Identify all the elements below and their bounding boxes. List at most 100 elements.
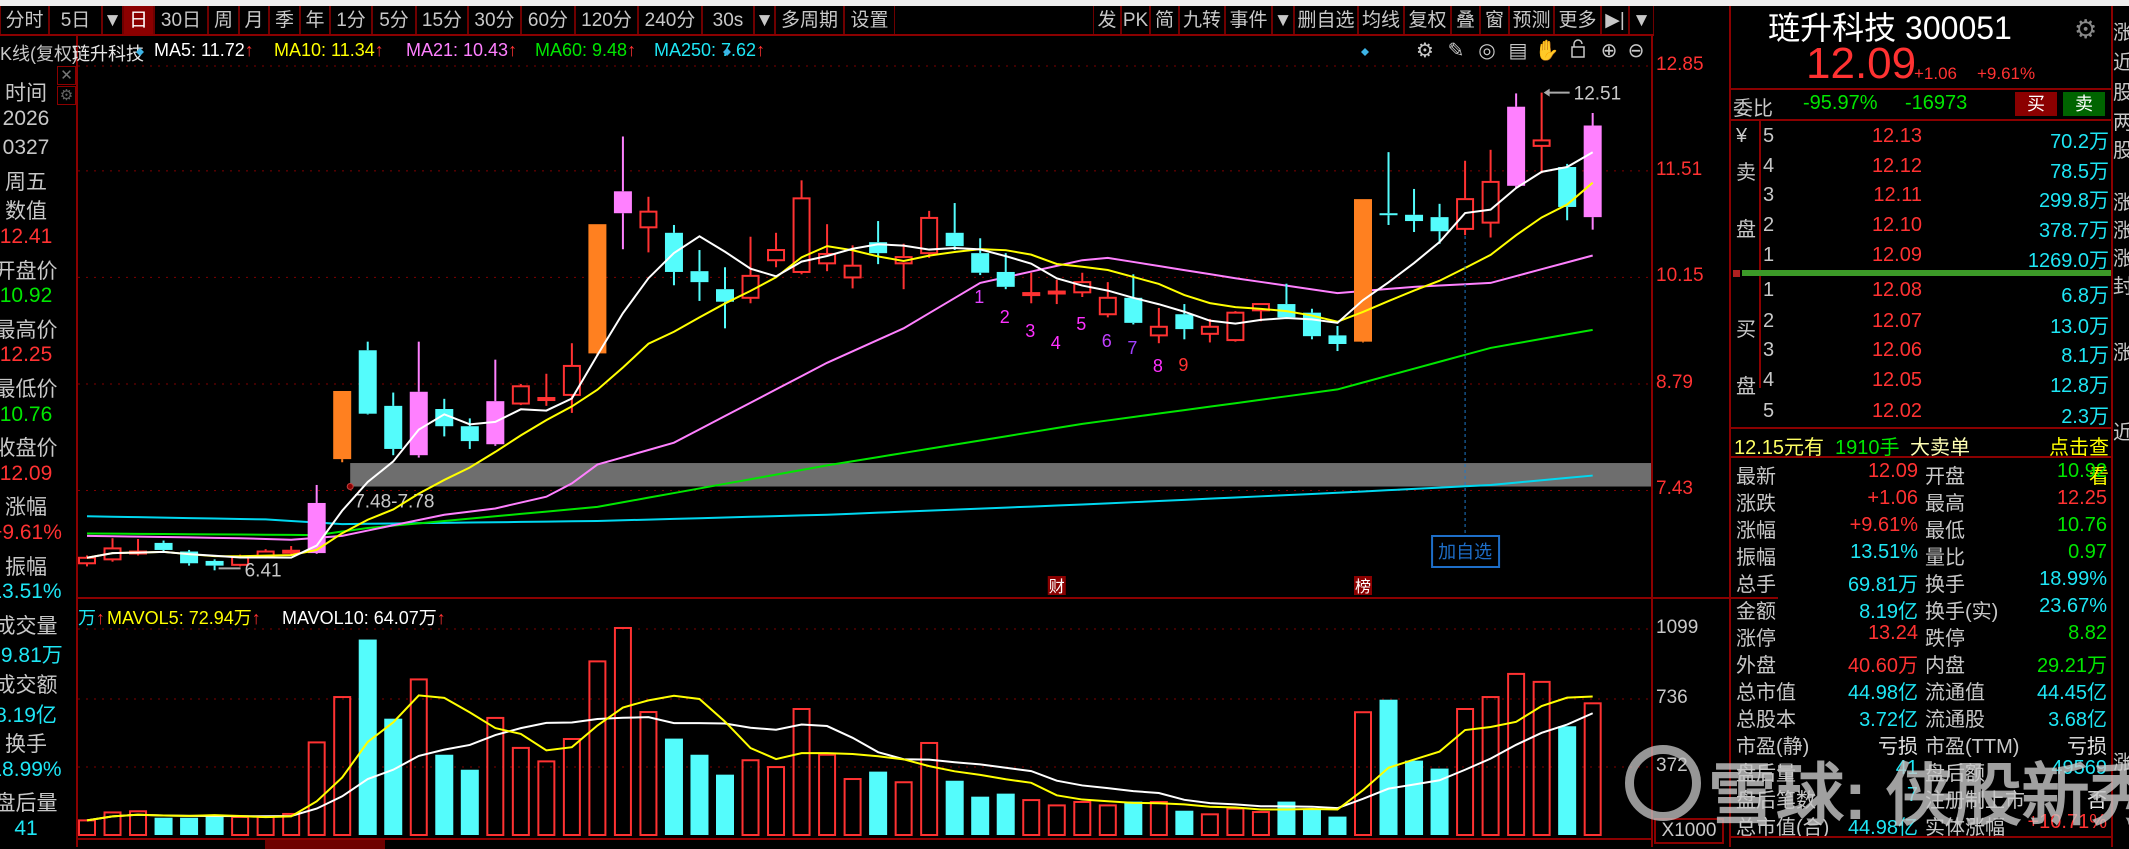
bottom-tab-active[interactable] — [265, 840, 385, 849]
volume-bar — [1047, 804, 1066, 837]
level: 1 — [1763, 279, 1775, 301]
volume-bar — [1405, 760, 1424, 835]
volume-bar — [180, 817, 199, 835]
sequence-count-label: 4 — [1051, 333, 1061, 353]
weibi-pct: -95.97% — [1803, 92, 1878, 114]
volume-bar — [460, 769, 479, 835]
gear-icon[interactable]: ⚙ — [2074, 14, 2097, 45]
volume-bar — [818, 753, 837, 837]
volume-bar — [869, 771, 888, 835]
volume-bar — [1328, 816, 1347, 835]
stat-label: 外盘 — [1736, 655, 1776, 677]
orderbook-divider — [1759, 121, 1761, 388]
sell-button[interactable]: 卖 — [2063, 92, 2105, 116]
candle-body — [409, 391, 428, 456]
side-strip-item: 涨 — [2113, 22, 2129, 44]
candle-body — [1124, 297, 1143, 323]
candle-body — [1558, 167, 1577, 207]
ask-side-label: 盘 — [1736, 219, 1756, 241]
volume-bar — [537, 760, 556, 837]
price: 12.09 — [1871, 244, 1922, 266]
sequence-count-label: 1 — [974, 287, 984, 307]
stat-value: 10.76 — [2056, 514, 2107, 536]
last-price: 12.09 — [1806, 39, 1917, 88]
stat-label: 换手(实) — [1925, 601, 1999, 623]
orderbook-marker — [1733, 270, 1740, 277]
price: 12.07 — [1871, 310, 1922, 332]
price: 12.10 — [1871, 214, 1922, 236]
kline-chart[interactable]: 7.48-7.7812.516.41123456 78 9财 榜加自选 — [0, 0, 1730, 847]
side-strip-item: 涨 — [2113, 248, 2129, 270]
volume-bar — [588, 660, 607, 837]
level: 2 — [1763, 214, 1775, 236]
stat-value: 12.25 — [2056, 487, 2107, 509]
price: 12.08 — [1871, 279, 1922, 301]
level: 3 — [1763, 184, 1775, 206]
ask-side-label: 卖 — [1736, 162, 1756, 184]
candle-body — [1507, 106, 1526, 186]
stat-label: 涨幅 — [1736, 520, 1776, 542]
volume: 378.7万 — [2038, 220, 2109, 242]
divider — [1731, 456, 2111, 458]
volume-bar — [256, 815, 275, 837]
volume-bar — [78, 819, 96, 836]
volume-bar — [1354, 711, 1372, 837]
level: 1 — [1763, 244, 1775, 266]
candle-body — [1175, 314, 1194, 330]
high-arrow-head-icon — [1543, 88, 1550, 97]
stat-label: 开盘 — [1925, 466, 1965, 488]
price-change: +1.06 — [1914, 64, 1958, 83]
volume-bar — [1098, 804, 1117, 837]
level: 5 — [1763, 400, 1775, 422]
volume-bar — [1481, 696, 1500, 836]
volume-bar — [1149, 800, 1168, 836]
candle-body — [588, 224, 607, 354]
stat-label: 总股本 — [1736, 709, 1796, 731]
bottom-tab-strip[interactable] — [78, 838, 1651, 849]
price: 12.06 — [1871, 339, 1922, 361]
volume-bar — [1124, 801, 1143, 835]
diamond-marker-icon — [1361, 48, 1369, 56]
volume-bar — [231, 815, 250, 837]
high-price-label: 12.51 — [1574, 84, 1622, 105]
stat-label: 振幅 — [1736, 547, 1776, 569]
candle-body — [205, 560, 224, 566]
candle-body — [639, 210, 658, 229]
volume: 6.8万 — [2061, 285, 2109, 307]
side-strip-item: 近 — [2113, 422, 2129, 444]
candle-body — [1149, 325, 1168, 337]
divider — [1731, 88, 2111, 90]
volume: 1269.0万 — [2027, 250, 2109, 272]
sequence-count-label: 7 — [1127, 338, 1137, 358]
side-strip-item: 涨 — [2113, 192, 2129, 214]
volume-bar — [511, 746, 530, 836]
candle-body — [282, 549, 301, 554]
add-watchlist-label: 加自选 — [1438, 542, 1492, 562]
volume: 13.0万 — [2050, 316, 2109, 338]
buy-button[interactable]: 买 — [2015, 92, 2057, 116]
side-strip-item: 近 — [2113, 52, 2129, 74]
side-strip-item: 股 — [2113, 82, 2129, 104]
stat-label: 最新 — [1736, 466, 1776, 488]
volume-bar — [613, 626, 632, 836]
candle-body — [460, 426, 479, 442]
candle-body — [690, 271, 709, 283]
candle-body — [537, 397, 556, 402]
volume-bar — [1200, 813, 1219, 837]
candle-body — [1098, 296, 1117, 316]
watermark-text: 雪球: 侠股新秀 — [1708, 758, 2129, 834]
stat-label: 总市值 — [1736, 682, 1796, 704]
stat-value: 23.67% — [2039, 595, 2107, 617]
volume-bar — [1558, 726, 1577, 835]
side-strip: 涨近股两股涨涨涨封涨近涨 — [2113, 6, 2129, 847]
candle-body — [945, 232, 964, 247]
stat-value: 18.99% — [2039, 568, 2107, 590]
volume-bar — [1583, 702, 1602, 837]
volume-bar — [792, 708, 811, 836]
volume: 299.8万 — [2038, 190, 2109, 212]
sequence-count-label: 3 — [1025, 321, 1035, 341]
diamond-marker-icon — [136, 48, 144, 56]
stat-label: 跌停 — [1925, 628, 1965, 650]
candle-body — [767, 249, 786, 262]
price: 12.02 — [1871, 400, 1922, 422]
